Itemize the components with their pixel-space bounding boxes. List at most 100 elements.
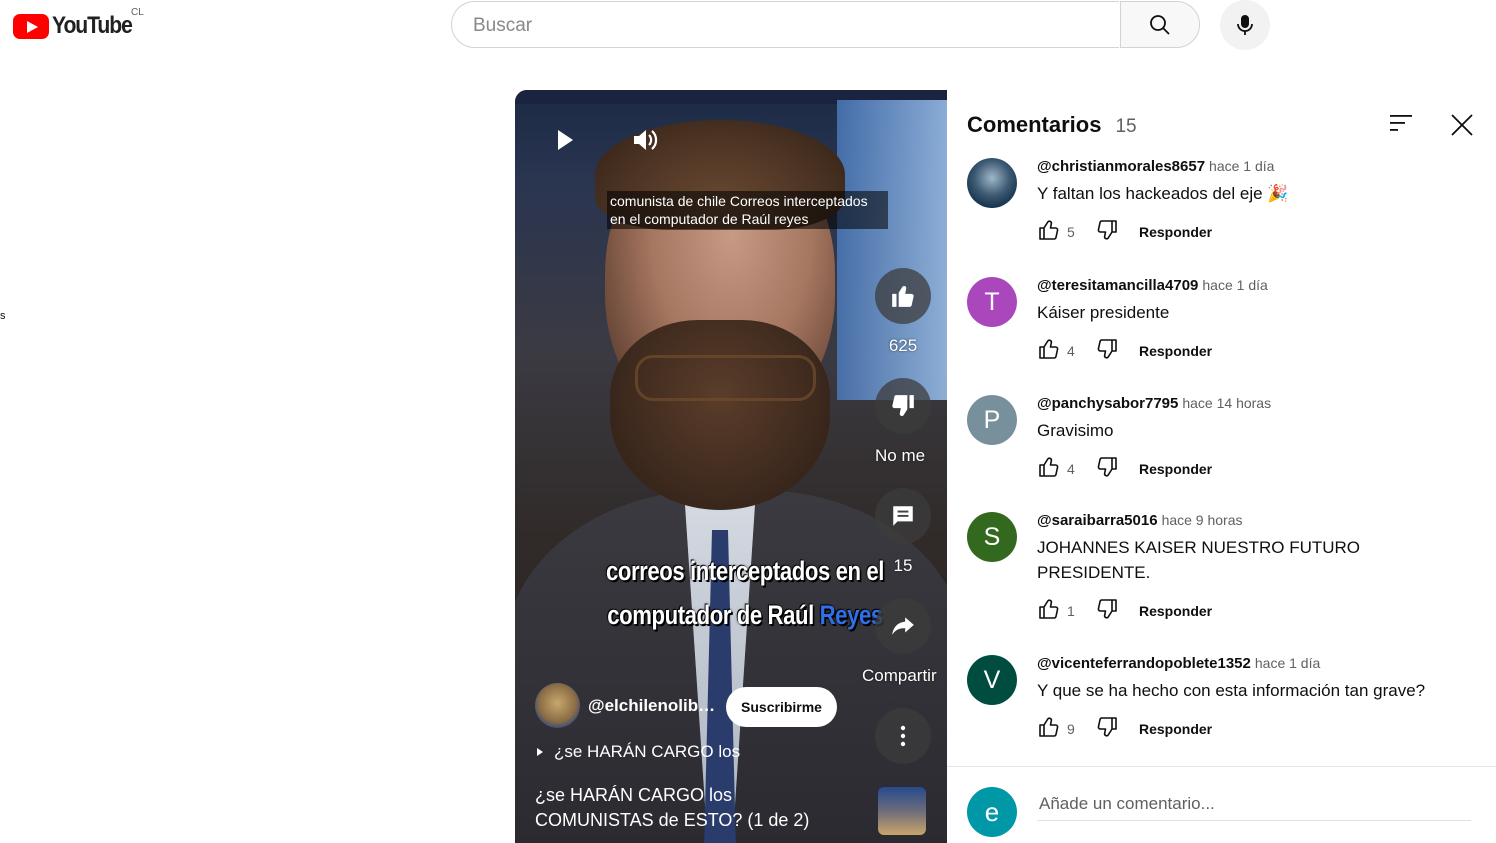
comment-like-button[interactable]	[1037, 337, 1061, 366]
caption-line-2: computador de Raúl Reyes	[589, 600, 901, 631]
comment-count: 15	[893, 556, 913, 575]
comment-author[interactable]: @christianmorales8657	[1037, 158, 1205, 175]
search-box	[451, 1, 1119, 49]
channel-name[interactable]: @elchilenolibe...	[588, 696, 718, 716]
close-icon	[1451, 114, 1473, 136]
description-toggle[interactable]: ¿se HARÁN CARGO los	[537, 742, 740, 762]
speaker-beard	[610, 320, 830, 510]
comment-body: @teresitamancilla4709 hace 1 día Káiser pr…	[1037, 277, 1477, 365]
comment-time[interactable]: hace 9 horas	[1162, 512, 1243, 528]
comment-text: Y que se ha hecho con esta información t…	[1037, 681, 1426, 700]
comment-body: @panchysabor7795 hace 14 horas Gravisimo 4 R…	[1037, 395, 1477, 483]
comment-time[interactable]: hace 1 día	[1209, 158, 1274, 174]
thumbs-up-outline-icon	[1037, 456, 1061, 483]
thumbs-up-outline-icon	[1037, 338, 1061, 365]
comment-like-button[interactable]	[1037, 597, 1061, 626]
thumbs-down-outline-icon	[1095, 716, 1119, 743]
comment-dislike-button[interactable]	[1095, 715, 1119, 744]
comments-header: Comentarios 15	[967, 112, 1137, 138]
dislike-button[interactable]	[875, 378, 931, 434]
comment-actions: 5 Responder	[1037, 218, 1477, 246]
thumbs-down-outline-icon	[1095, 456, 1119, 483]
comment-reply-button[interactable]: Responder	[1139, 721, 1212, 737]
sort-icon	[1390, 115, 1412, 131]
comment-like-button[interactable]	[1037, 715, 1061, 744]
volume-button[interactable]	[625, 120, 665, 160]
comment-reply-button[interactable]: Responder	[1139, 343, 1212, 359]
thumbs-up-outline-icon	[1037, 219, 1061, 246]
comment-like-button[interactable]	[1037, 455, 1061, 484]
voice-search-button[interactable]	[1220, 0, 1270, 50]
comment-avatar[interactable]	[967, 158, 1017, 208]
description-snippet: ¿se HARÁN CARGO los	[554, 742, 741, 761]
comment-body: @saraibarra5016 hace 9 horas JOHANNES KAIS…	[1037, 512, 1477, 625]
comment-avatar[interactable]: V	[967, 655, 1017, 705]
like-button[interactable]	[875, 268, 931, 324]
search-icon	[1150, 14, 1170, 35]
close-comments-button[interactable]	[1449, 112, 1479, 142]
comment-time[interactable]: hace 1 día	[1202, 277, 1267, 293]
volume-icon	[634, 130, 658, 150]
comments-title: Comentarios	[967, 112, 1102, 137]
comment-dislike-button[interactable]	[1095, 455, 1119, 484]
thumbs-down-outline-icon	[1095, 338, 1119, 365]
comment-actions: 9 Responder	[1037, 715, 1477, 743]
comment-avatar[interactable]: P	[967, 395, 1017, 445]
comment-like-count: 1	[1067, 603, 1075, 619]
caption-line-2-highlight: Reyes	[819, 600, 884, 630]
comment-actions: 4 Responder	[1037, 337, 1477, 365]
search-button[interactable]	[1120, 1, 1200, 48]
comment-like-button[interactable]	[1037, 218, 1061, 247]
logo-text: YouTube	[52, 12, 133, 39]
next-video-title[interactable]: ¿se HARÁN CARGO los COMUNISTAS de ESTO? …	[535, 783, 835, 833]
share-button[interactable]	[875, 598, 931, 654]
microphone-icon	[1237, 15, 1253, 35]
play-icon	[558, 130, 573, 150]
thumbs-down-icon	[892, 395, 914, 416]
comment-meta: @vicenteferrandopoblete1352 hace 1 día	[1037, 655, 1477, 672]
short-video-player[interactable]: comunista de chile Correos interceptados…	[515, 90, 947, 843]
comments-button[interactable]	[875, 488, 931, 544]
comment-dislike-button[interactable]	[1095, 337, 1119, 366]
comment-avatar[interactable]: S	[967, 512, 1017, 562]
comment-meta: @panchysabor7795 hace 14 horas	[1037, 395, 1477, 412]
comment-author[interactable]: @vicenteferrandopoblete1352	[1037, 655, 1251, 672]
thumbs-down-outline-icon	[1095, 219, 1119, 246]
comment-avatar[interactable]: T	[967, 277, 1017, 327]
caption-line-1: correos interceptados en el	[605, 556, 885, 586]
comment-body: @vicenteferrandopoblete1352 hace 1 día Y q…	[1037, 655, 1477, 743]
caption-line-2-text: computador de Raúl	[607, 600, 814, 630]
youtube-logo[interactable]: YouTube	[13, 12, 143, 40]
subscribe-button[interactable]: Suscribirme	[726, 687, 837, 727]
comment-author[interactable]: @teresitamancilla4709	[1037, 277, 1198, 294]
comment-dislike-button[interactable]	[1095, 218, 1119, 247]
thumbs-up-icon	[892, 286, 914, 307]
comment-dislike-button[interactable]	[1095, 597, 1119, 626]
comment-like-count: 9	[1067, 721, 1075, 737]
add-comment-input[interactable]	[1037, 788, 1471, 821]
play-button[interactable]	[545, 120, 585, 160]
comment-text: Gravisimo	[1037, 421, 1114, 440]
youtube-play-icon	[13, 13, 49, 39]
sort-comments-button[interactable]	[1388, 112, 1418, 138]
comment-author[interactable]: @saraibarra5016	[1037, 512, 1158, 529]
comment-text: Y faltan los hackeados del eje 🎉	[1037, 184, 1289, 203]
comment-reply-button[interactable]: Responder	[1139, 224, 1212, 240]
comment-author[interactable]: @panchysabor7795	[1037, 395, 1178, 412]
more-vert-icon	[900, 725, 906, 747]
divider	[947, 766, 1496, 767]
comment-text: Káiser presidente	[1037, 303, 1170, 322]
next-video-thumbnail[interactable]	[878, 787, 926, 835]
comment-time[interactable]: hace 14 horas	[1182, 395, 1271, 411]
comment-reply-button[interactable]: Responder	[1139, 603, 1212, 619]
thumbs-down-outline-icon	[1095, 598, 1119, 625]
comment-meta: @saraibarra5016 hace 9 horas	[1037, 512, 1477, 529]
comment-reply-button[interactable]: Responder	[1139, 461, 1212, 477]
search-input[interactable]	[471, 2, 1105, 49]
more-options-button[interactable]	[875, 708, 931, 764]
comments-count: 15	[1115, 116, 1137, 137]
channel-avatar[interactable]	[535, 683, 580, 728]
thumbs-up-outline-icon	[1037, 598, 1061, 625]
comment-time[interactable]: hace 1 día	[1255, 655, 1320, 671]
comment-meta: @teresitamancilla4709 hace 1 día	[1037, 277, 1477, 294]
